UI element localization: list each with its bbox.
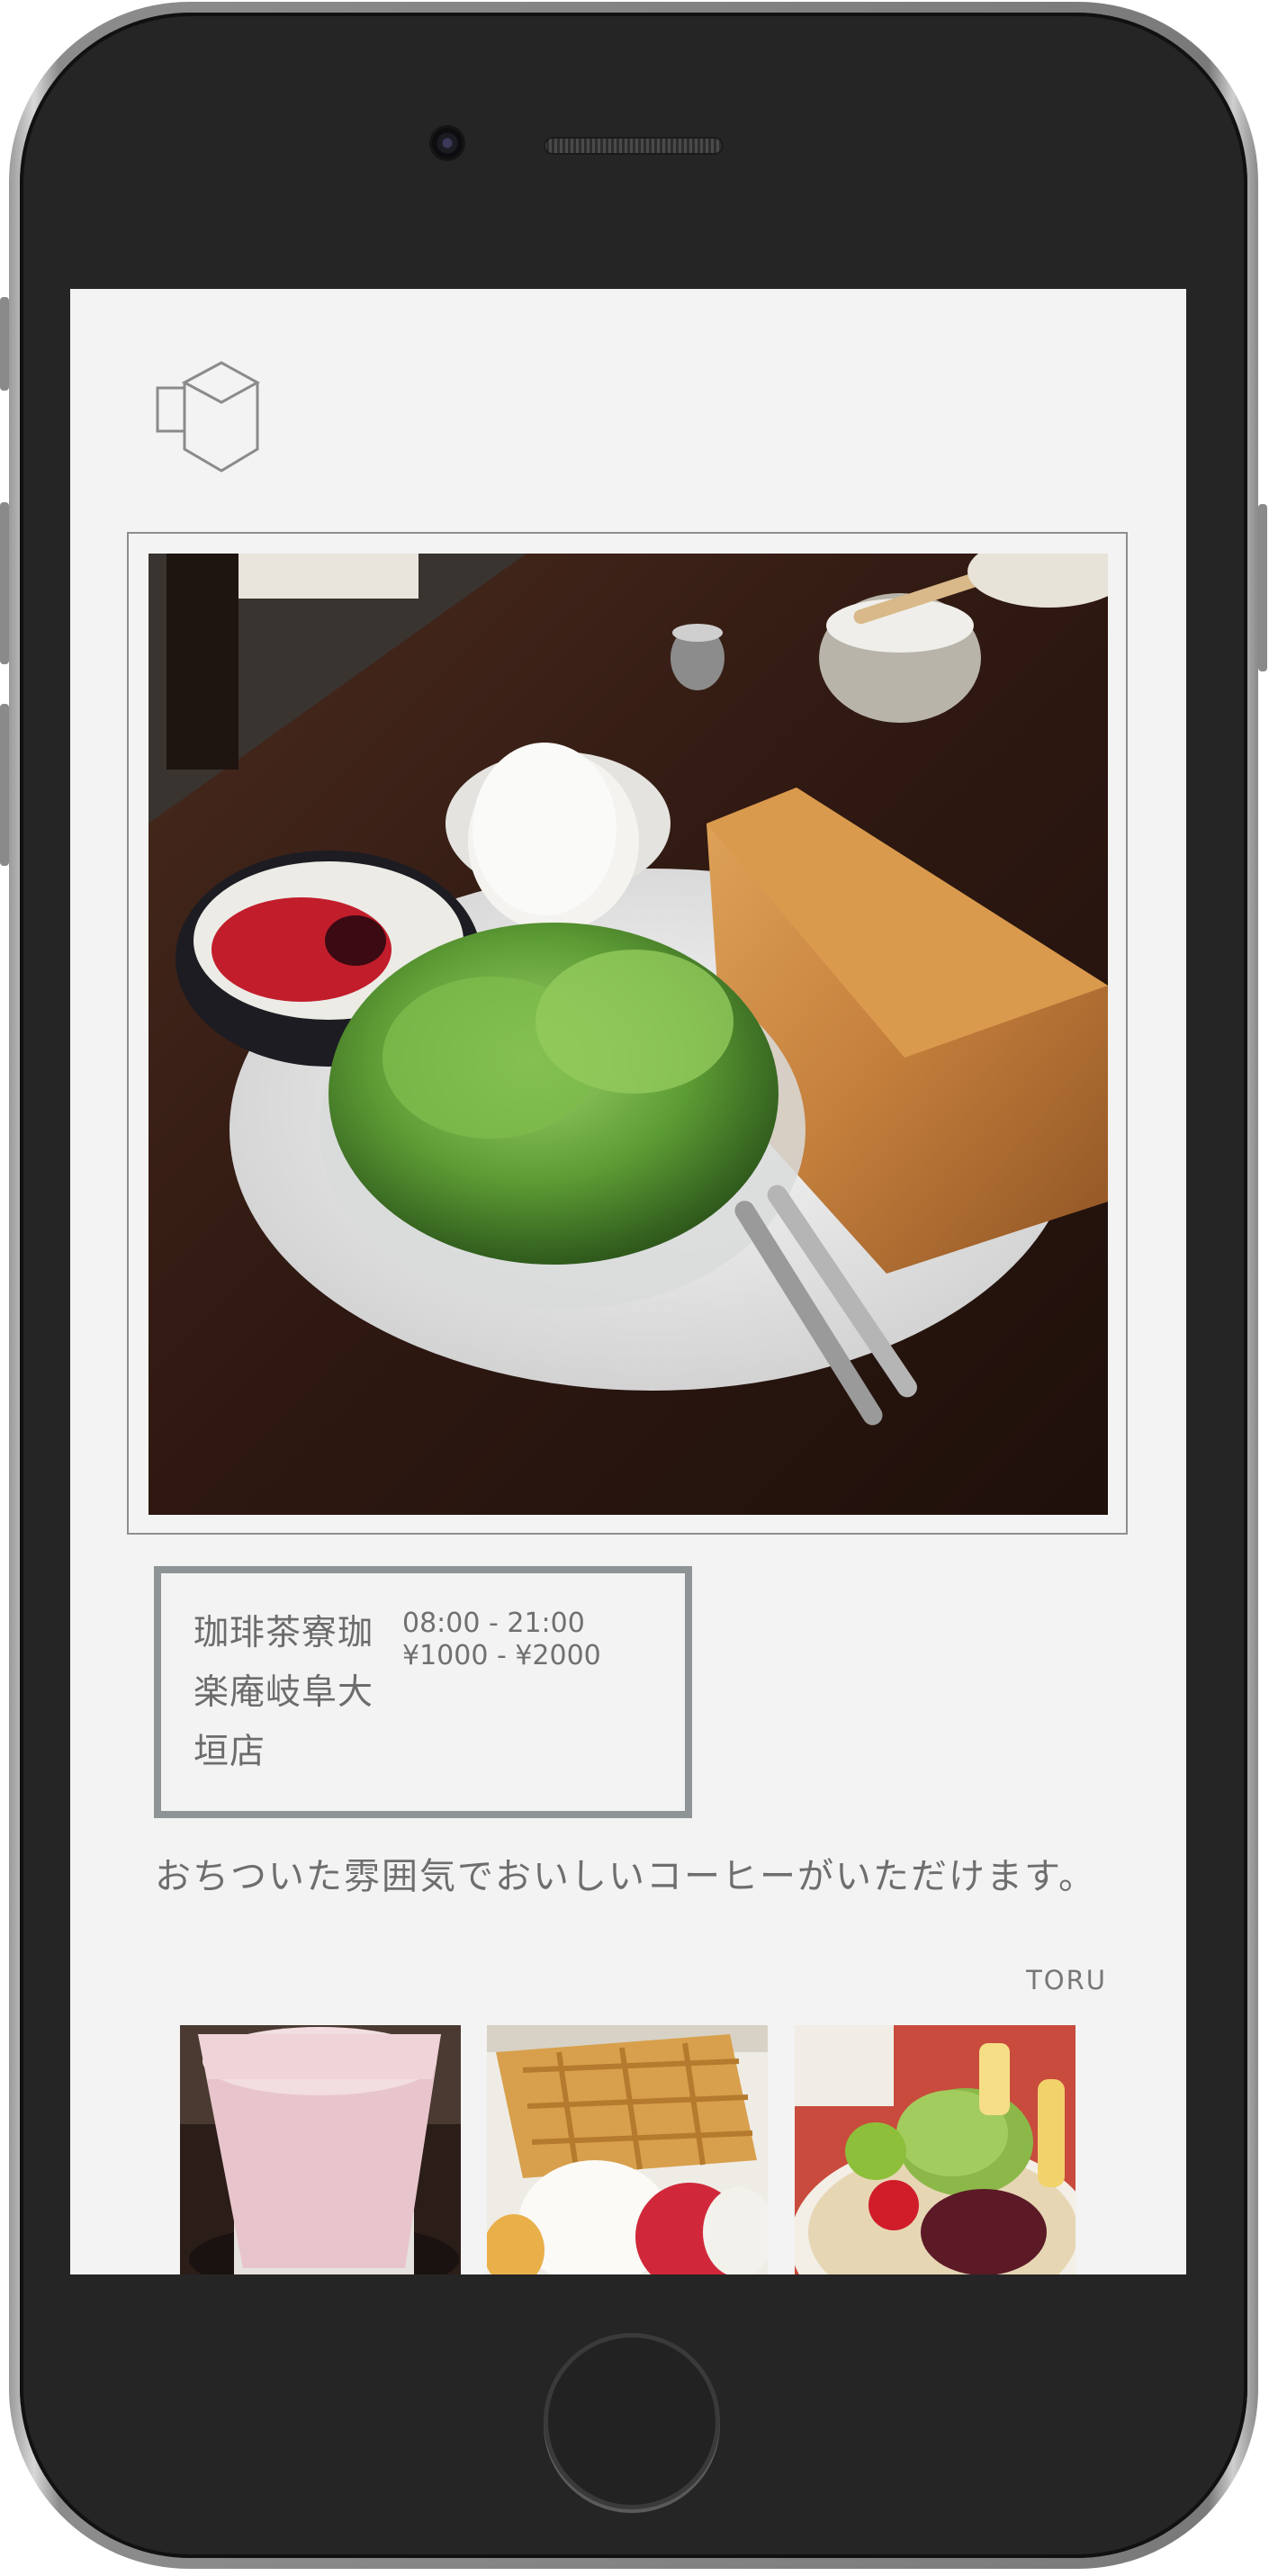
main-photo[interactable] bbox=[148, 554, 1108, 1515]
shop-price-range: ¥1000 - ¥2000 bbox=[402, 1640, 601, 1671]
main-photo-frame bbox=[127, 532, 1128, 1535]
thumbnail-photo-3[interactable] bbox=[795, 2025, 1076, 2274]
side-button-volume-down bbox=[0, 704, 9, 866]
app-screen: 珈琲茶寮珈楽庵岐阜大垣店 08:00 - 21:00 ¥1000 - ¥2000… bbox=[70, 289, 1186, 2274]
shop-name[interactable]: 珈琲茶寮珈楽庵岐阜大垣店 bbox=[194, 1604, 402, 1782]
review-text: おちついた雰囲気でおいしいコーヒーがいただけます。 bbox=[155, 1856, 1096, 1897]
camera-icon bbox=[432, 128, 463, 158]
speaker-icon bbox=[544, 137, 724, 155]
box-logo-icon[interactable] bbox=[155, 347, 286, 480]
thumbnail-photo-2[interactable] bbox=[487, 2025, 768, 2274]
shop-hours: 08:00 - 21:00 bbox=[402, 1608, 585, 1639]
home-button-icon[interactable] bbox=[544, 2333, 720, 2509]
side-button-power bbox=[1258, 504, 1267, 671]
shop-info-box: 珈琲茶寮珈楽庵岐阜大垣店 08:00 - 21:00 ¥1000 - ¥2000 bbox=[154, 1566, 692, 1818]
thumbnail-photo-1[interactable] bbox=[180, 2025, 461, 2274]
side-button-mute bbox=[0, 297, 9, 391]
review-author[interactable]: TORU bbox=[1026, 1965, 1107, 1995]
side-button-volume-up bbox=[0, 502, 9, 664]
